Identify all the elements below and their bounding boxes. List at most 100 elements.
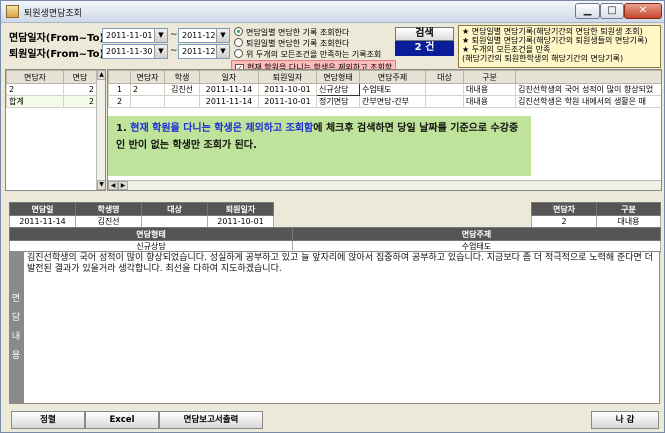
radio-label: 위 두개의 모든조건을 만족하는 기록조회	[246, 50, 382, 59]
row-number-cell: 1	[108, 83, 131, 96]
kind-cell: 대내용	[463, 83, 516, 96]
radio-dot-icon	[234, 38, 243, 47]
discharge-to-field[interactable]: 2011-12-30 ▼	[178, 44, 230, 59]
close-button[interactable]: ✕	[624, 3, 662, 19]
side-char: 내	[11, 332, 21, 342]
app-window: 퇴원생면담조회 ▁ □ ✕ 면담일자(From~To) 2011-11-01 ▼…	[0, 0, 665, 433]
detail-target-value	[141, 215, 208, 228]
summary-count-cell: 2	[63, 83, 97, 96]
column-header[interactable]: 면담자	[6, 70, 64, 84]
help-note-box: ★ 면담일별 면담기록(해당기간의 면담한 퇴원생 조회) ★ 퇴원일별 면담기…	[458, 25, 661, 68]
discharge-from-value: 2011-11-30	[106, 47, 153, 56]
date-cell: 2011-11-14	[199, 83, 259, 96]
app-icon	[6, 5, 19, 18]
type-cell: 정기면담	[316, 95, 360, 108]
content-textarea[interactable]: 김진선학생의 국어 성적이 많이 향상되었습니다. 성실하게 공부하고 있고 늘…	[23, 251, 660, 404]
radio-dot-icon	[234, 49, 243, 58]
student-cell: 김진선	[164, 83, 200, 96]
consult-grid-scrollbar[interactable]: ◀ ▶	[108, 180, 661, 190]
consultant-cell: 2	[130, 83, 165, 96]
topic-cell: 간부면담-간부	[359, 95, 426, 108]
target-cell	[425, 83, 464, 96]
side-char: 담	[11, 313, 21, 323]
row-number-cell: 2	[108, 95, 131, 108]
scroll-up-icon[interactable]: ▲	[97, 70, 105, 80]
side-char: 용	[11, 351, 21, 361]
radio-label: 퇴원일별 면담한 기록 조회한다	[246, 39, 350, 48]
kind-cell: 대내용	[463, 95, 516, 108]
minimize-button[interactable]: ▁	[575, 3, 600, 19]
discharge-cell: 2011-10-01	[258, 83, 317, 96]
topic-cell: 수업태도	[359, 83, 426, 96]
column-header[interactable]: 퇴원일자	[258, 70, 317, 84]
detail-student-value: 김진선	[75, 215, 142, 228]
target-cell	[425, 95, 464, 108]
chevron-down-icon[interactable]: ▼	[216, 45, 229, 58]
detail-discharge-value: 2011-10-01	[207, 215, 274, 228]
detail-consultant-value: 2	[531, 215, 597, 228]
discharge-cell: 2011-10-01	[258, 95, 317, 108]
chevron-down-icon[interactable]: ▼	[154, 45, 167, 58]
title-bar: 퇴원생면담조회 ▁ □ ✕	[1, 1, 664, 23]
chevron-down-icon[interactable]: ▼	[154, 29, 167, 42]
table-row[interactable]: 2 2	[6, 83, 97, 96]
sort-button[interactable]: 정렬	[11, 411, 85, 429]
memo-cell: 김진선학생은 학원 내에서의 생활은 매	[515, 95, 661, 108]
search-button[interactable]: 검색	[395, 27, 454, 41]
detail-right-table: 면담자 구분 2 대내용	[531, 202, 661, 228]
window-title: 퇴원생면담조회	[24, 9, 82, 19]
column-header[interactable]: 학생	[164, 70, 200, 84]
detail-header: 면담자	[531, 202, 597, 216]
discharge-from-field[interactable]: 2011-11-30 ▼	[102, 44, 168, 59]
maximize-button[interactable]: □	[600, 3, 624, 19]
column-header[interactable]: 면담주제	[359, 70, 426, 84]
column-header[interactable]: 일자	[199, 70, 259, 84]
radio-label: 면담일별 면담한 기록 조회한다	[246, 28, 350, 37]
result-count: 2 건	[395, 41, 454, 56]
detail-type-table: 면담형태 면담주제 신규상담 수업태도	[9, 227, 661, 253]
radio-by-consult-date[interactable]: 면담일별 면담한 기록 조회한다	[234, 27, 349, 38]
chevron-down-icon[interactable]: ▼	[216, 29, 229, 42]
consult-from-value: 2011-11-01	[106, 31, 153, 40]
type-cell: 신규상담	[316, 83, 360, 96]
discharge-date-label: 퇴원일자(From~To)	[9, 49, 105, 60]
exit-button[interactable]: 나 감	[591, 411, 659, 429]
note-line: ★ 퇴원일별 면담기록(해당기간의 퇴원생들의 면담기록)	[462, 36, 648, 45]
note-line: ★ 두개의 모든조건을 만족	[462, 45, 551, 54]
excel-button[interactable]: Excel	[85, 411, 159, 429]
table-row[interactable]: 합계 2	[6, 95, 97, 108]
range-tilde: ~	[170, 46, 178, 56]
report-print-button[interactable]: 면담보고서출력	[159, 411, 263, 429]
column-header[interactable]: 구분	[463, 70, 516, 84]
radio-dot-icon	[234, 27, 243, 36]
detail-header: 퇴원일자	[207, 202, 274, 216]
radio-by-discharge-date[interactable]: 퇴원일별 면담한 기록 조회한다	[234, 38, 349, 49]
consult-to-field[interactable]: 2011-12-30 ▼	[178, 28, 230, 43]
detail-header: 대상	[141, 202, 208, 216]
scroll-left-icon[interactable]: ◀	[108, 181, 118, 190]
scroll-down-icon[interactable]: ▼	[97, 180, 105, 190]
scroll-right-icon[interactable]: ▶	[118, 181, 128, 190]
consult-from-field[interactable]: 2011-11-01 ▼	[102, 28, 168, 43]
column-header[interactable]: 면담	[63, 70, 97, 84]
column-header[interactable]: 면담형태	[316, 70, 360, 84]
column-header[interactable]	[108, 70, 131, 84]
consult-date-label: 면담일자(From~To)	[9, 33, 105, 44]
table-row[interactable]: 1 2 김진선 2011-11-14 2011-10-01 신규상담 수업태도 …	[108, 83, 661, 96]
table-row[interactable]: 2 2011-11-14 2011-10-01 정기면담 간부면담-간부 대내용…	[108, 95, 661, 108]
consultant-cell	[130, 95, 165, 108]
column-header[interactable]: 면담자	[130, 70, 165, 84]
column-header[interactable]	[515, 70, 661, 84]
memo-cell: 김진선학생의 국어 성적이 많이 향상되었	[515, 83, 661, 96]
radio-both-conditions[interactable]: 위 두개의 모든조건을 만족하는 기록조회	[234, 49, 381, 60]
summary-count-cell: 2	[63, 95, 97, 108]
detail-kind-value: 대내용	[596, 215, 661, 228]
date-cell: 2011-11-14	[199, 95, 259, 108]
detail-table: 면담일 학생명 대상 퇴원일자 2011-11-14 김진선 2011-10-0…	[9, 202, 274, 228]
detail-header: 구분	[596, 202, 661, 216]
summary-scrollbar[interactable]: ▲ ▼	[96, 70, 105, 190]
callout-prefix: 1.	[116, 123, 131, 134]
column-header[interactable]: 대상	[425, 70, 464, 84]
callout-highlight: 현재 학원을 다니는 학생은 제외하고 조회함	[130, 123, 314, 134]
side-char: 면	[11, 294, 21, 304]
